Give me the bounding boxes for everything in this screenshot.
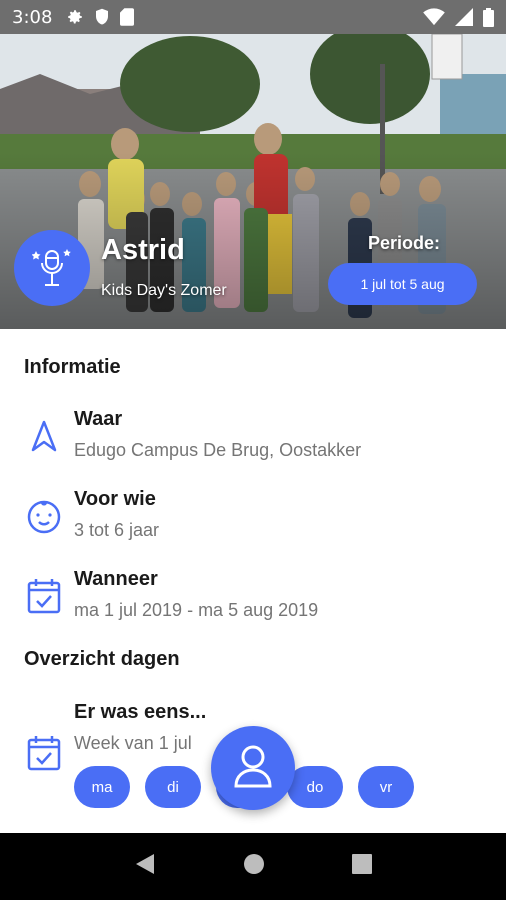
info-value: 3 tot 6 jaar (74, 520, 160, 540)
info-title: Wanneer (74, 568, 158, 590)
profile-fab-button[interactable] (211, 726, 295, 810)
baby-face-icon (24, 496, 64, 536)
hero-banner: Astrid Kids Day's Zomer Periode: 1 jul t… (0, 34, 506, 329)
week-subtitle: Week van 1 jul (74, 733, 192, 753)
info-value: ma 1 jul 2019 - ma 5 aug 2019 (74, 600, 319, 620)
microphone-stars-icon (31, 243, 72, 294)
signal-icon (455, 8, 473, 26)
sd-card-icon (120, 8, 135, 26)
person-icon (233, 744, 273, 793)
day-pill-ma[interactable]: ma (74, 766, 130, 808)
status-bar: 3:08 (0, 0, 506, 34)
day-pill-di[interactable]: di (145, 766, 201, 808)
wifi-icon (423, 8, 445, 26)
program-subtitle: Kids Day's Zomer (101, 282, 227, 299)
calendar-check-icon (24, 576, 64, 616)
info-row-waar: Waar Edugo Campus De Brug, Oostakker (24, 408, 484, 472)
recents-icon[interactable] (352, 854, 373, 879)
section-title-overzicht: Overzicht dagen (24, 648, 180, 670)
gear-icon (66, 8, 84, 26)
status-time: 3:08 (12, 6, 53, 28)
system-nav-bar (0, 833, 506, 900)
shield-icon (94, 8, 110, 26)
navigation-arrow-icon (24, 416, 64, 456)
week-title: Er was eens... (74, 701, 207, 723)
avatar (14, 230, 90, 306)
info-row-wanneer: Wanneer ma 1 jul 2019 - ma 5 aug 2019 (24, 568, 484, 632)
day-pill-do[interactable]: do (287, 766, 343, 808)
day-pill-vr[interactable]: vr (358, 766, 414, 808)
info-row-voor-wie: Voor wie 3 tot 6 jaar (24, 488, 484, 552)
info-title: Waar (74, 408, 123, 430)
program-name: Astrid (101, 234, 185, 266)
home-icon[interactable] (243, 853, 265, 880)
back-icon[interactable] (134, 852, 156, 881)
info-title: Voor wie (74, 488, 156, 510)
section-title-informatie: Informatie (24, 356, 121, 378)
periode-button[interactable]: 1 jul tot 5 aug (328, 263, 477, 305)
calendar-check-icon (24, 733, 64, 773)
periode-label: Periode: (368, 233, 441, 253)
info-value: Edugo Campus De Brug, Oostakker (74, 440, 362, 460)
battery-icon (483, 7, 494, 27)
